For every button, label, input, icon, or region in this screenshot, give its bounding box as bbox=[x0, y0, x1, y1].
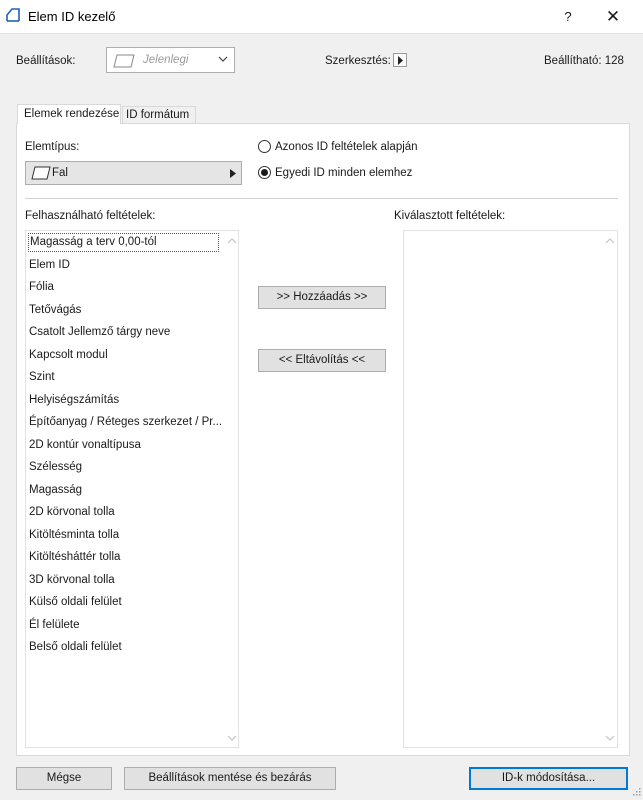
window-title: Elem ID kezelő bbox=[28, 9, 116, 24]
list-item[interactable]: Helyiségszámítás bbox=[28, 391, 119, 410]
selected-criteria-label: Kiválasztott feltételek: bbox=[394, 210, 506, 222]
list-item[interactable]: Él felülete bbox=[28, 616, 80, 635]
list-item[interactable]: Szélesség bbox=[28, 458, 82, 477]
list-item[interactable]: Kitöltésháttér tolla bbox=[28, 548, 120, 567]
settings-label: Beállítások: bbox=[16, 55, 76, 67]
title-bar: Elem ID kezelő ? ✕ bbox=[0, 0, 643, 34]
radio-same-id-criteria[interactable] bbox=[258, 140, 271, 153]
chevron-down-icon bbox=[216, 51, 230, 67]
wall-icon bbox=[113, 54, 135, 71]
list-item[interactable]: Magasság a terv 0,00-tól bbox=[28, 233, 219, 252]
available-criteria-label: Felhasználható feltételek: bbox=[25, 210, 156, 222]
element-type-value: Fal bbox=[52, 167, 68, 179]
help-button[interactable]: ? bbox=[556, 6, 580, 28]
list-item[interactable]: Csatolt Jellemző tárgy neve bbox=[28, 323, 170, 342]
edit-label: Szerkesztés: bbox=[325, 55, 391, 67]
remove-button[interactable]: << Eltávolítás << bbox=[258, 349, 386, 372]
scroll-up-icon[interactable] bbox=[604, 236, 616, 246]
list-item[interactable]: 2D körvonal tolla bbox=[28, 503, 115, 522]
list-item[interactable]: 2D kontúr vonaltípusa bbox=[28, 436, 141, 455]
element-type-label: Elemtípus: bbox=[25, 141, 80, 153]
resize-grip-icon[interactable] bbox=[631, 786, 641, 796]
list-item[interactable]: Fólia bbox=[28, 278, 54, 297]
list-item[interactable]: Szint bbox=[28, 368, 55, 387]
radio-same-id-criteria-label[interactable]: Azonos ID feltételek alapján bbox=[275, 141, 418, 153]
close-button[interactable]: ✕ bbox=[598, 6, 628, 28]
list-item[interactable]: Belső oldali felület bbox=[28, 638, 122, 657]
cancel-button[interactable]: Mégse bbox=[16, 767, 112, 790]
play-arrow-icon bbox=[398, 56, 403, 65]
scroll-up-icon[interactable] bbox=[226, 236, 238, 246]
available-criteria-list[interactable]: Magasság a terv 0,00-tól Elem ID Fólia T… bbox=[25, 230, 239, 748]
selected-criteria-list[interactable] bbox=[403, 230, 618, 748]
element-type-dropdown[interactable]: Fal bbox=[25, 161, 242, 185]
settable-count: Beállítható: 128 bbox=[544, 55, 624, 67]
wall-icon bbox=[31, 166, 51, 183]
tab-sort-elements[interactable]: Elemek rendezése bbox=[17, 104, 121, 124]
radio-unique-id-label[interactable]: Egyedi ID minden elemhez bbox=[275, 167, 412, 179]
scroll-down-icon[interactable] bbox=[226, 733, 238, 743]
list-item[interactable]: Kapcsolt modul bbox=[28, 346, 108, 365]
radio-unique-id[interactable] bbox=[258, 166, 271, 179]
tab-id-format[interactable]: ID formátum bbox=[122, 106, 196, 124]
list-item[interactable]: Magasság bbox=[28, 481, 82, 500]
tab-label: Elemek rendezése bbox=[24, 108, 120, 120]
list-item[interactable]: Kitöltésminta tolla bbox=[28, 526, 119, 545]
add-button[interactable]: >> Hozzáadás >> bbox=[258, 286, 386, 309]
list-item[interactable]: Elem ID bbox=[28, 256, 70, 275]
modify-ids-button[interactable]: ID-k módosítása... bbox=[469, 767, 628, 790]
tab-label: ID formátum bbox=[126, 109, 190, 121]
list-item[interactable]: Külső oldali felület bbox=[28, 593, 122, 612]
settings-dropdown[interactable]: Jelenlegi bbox=[106, 47, 235, 73]
play-arrow-icon bbox=[230, 169, 236, 181]
list-item[interactable]: 3D körvonal tolla bbox=[28, 571, 115, 590]
scroll-down-icon[interactable] bbox=[604, 733, 616, 743]
save-and-close-button[interactable]: Beállítások mentése és bezárás bbox=[124, 767, 336, 790]
list-item[interactable]: Építőanyag / Réteges szerkezet / Pr... bbox=[28, 413, 222, 432]
edit-button[interactable] bbox=[393, 53, 407, 67]
divider bbox=[25, 198, 618, 199]
app-icon bbox=[6, 8, 20, 22]
settings-dropdown-value: Jelenlegi bbox=[143, 54, 189, 66]
list-item[interactable]: Tetővágás bbox=[28, 301, 81, 320]
